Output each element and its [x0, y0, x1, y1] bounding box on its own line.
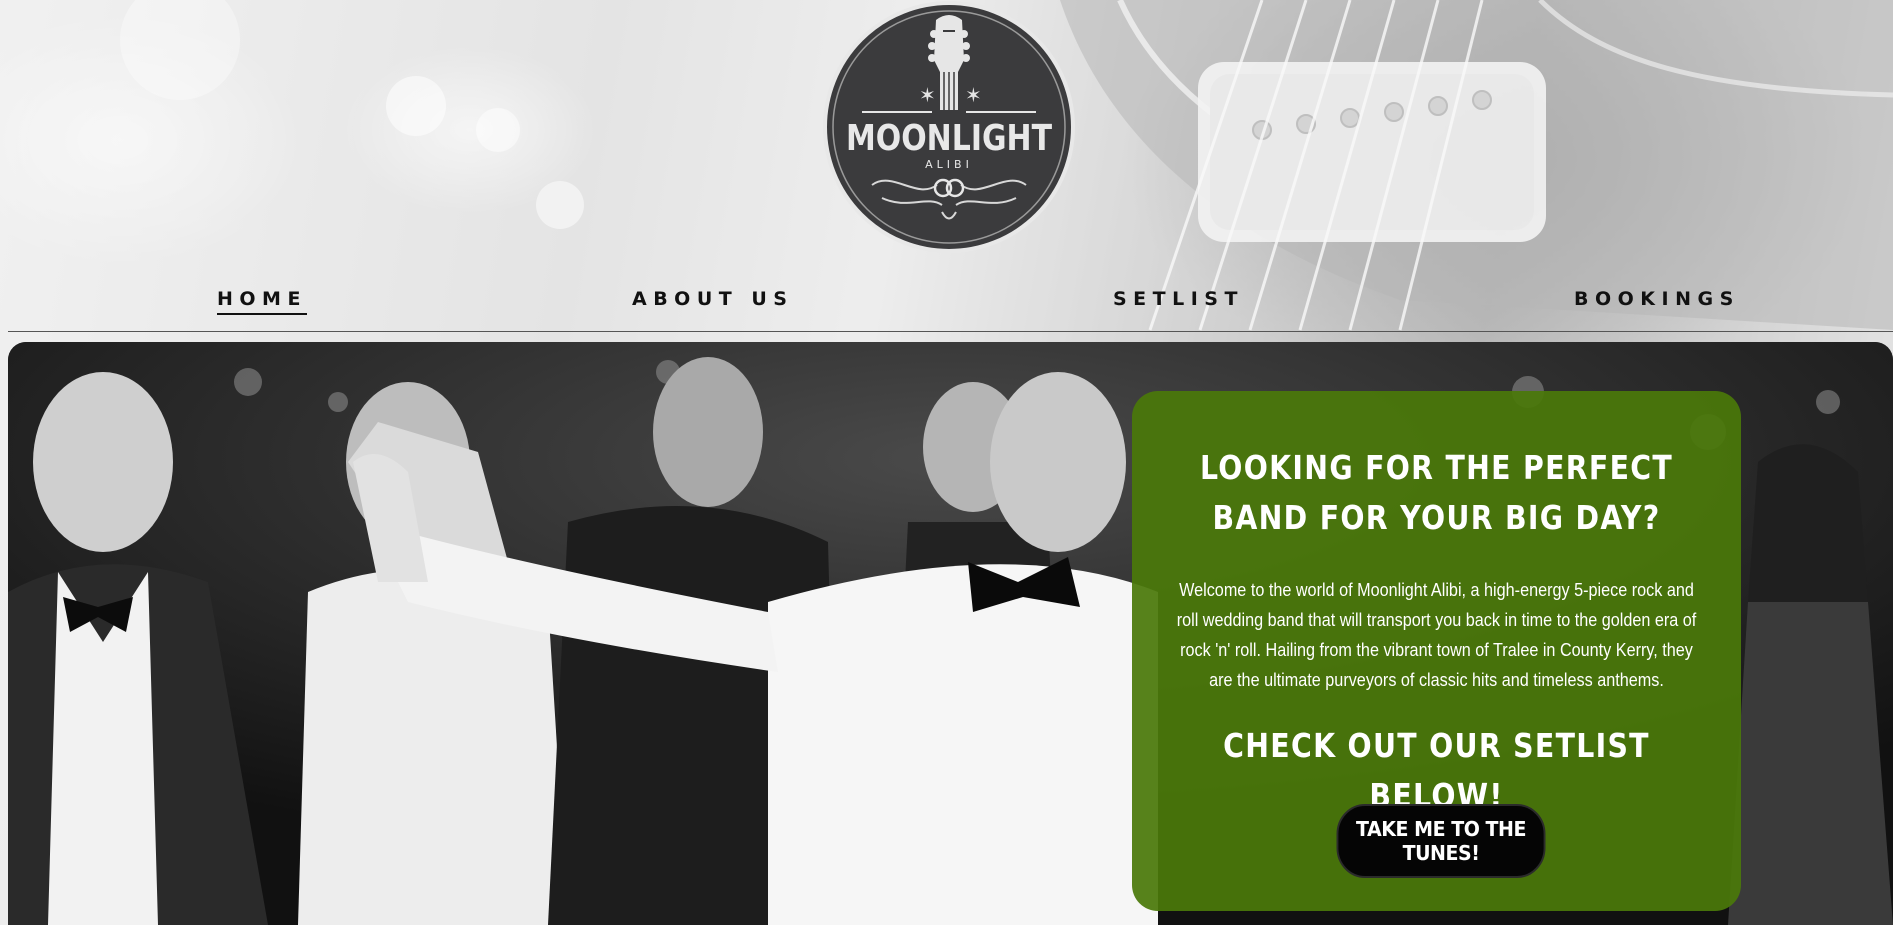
hero-card: LOOKING FOR THE PERFECT BAND FOR YOUR BI…: [1132, 391, 1741, 911]
nav-divider: [8, 331, 1893, 332]
hero-title: LOOKING FOR THE PERFECT BAND FOR YOUR BI…: [1199, 448, 1674, 537]
svg-text:✶: ✶: [919, 83, 936, 107]
take-me-to-the-tunes-button[interactable]: TAKE ME TO THE TUNES!: [1336, 804, 1546, 878]
nav-bookings[interactable]: BOOKINGS: [1574, 288, 1740, 310]
hero-body: Welcome to the world of Moonlight Alibi,…: [1176, 580, 1697, 690]
moonlight-alibi-logo[interactable]: ✶ ✶ MOONLIGHT ALIBI: [822, 0, 1076, 254]
svg-text:ALIBI: ALIBI: [925, 158, 973, 171]
nav-home[interactable]: HOME: [217, 288, 307, 315]
nav-setlist[interactable]: SETLIST: [1113, 288, 1244, 310]
svg-text:MOONLIGHT: MOONLIGHT: [846, 118, 1052, 159]
svg-text:✶: ✶: [965, 83, 982, 107]
main-nav: HOME ABOUT US SETLIST BOOKINGS: [0, 280, 1893, 320]
nav-about-us[interactable]: ABOUT US: [632, 288, 793, 310]
